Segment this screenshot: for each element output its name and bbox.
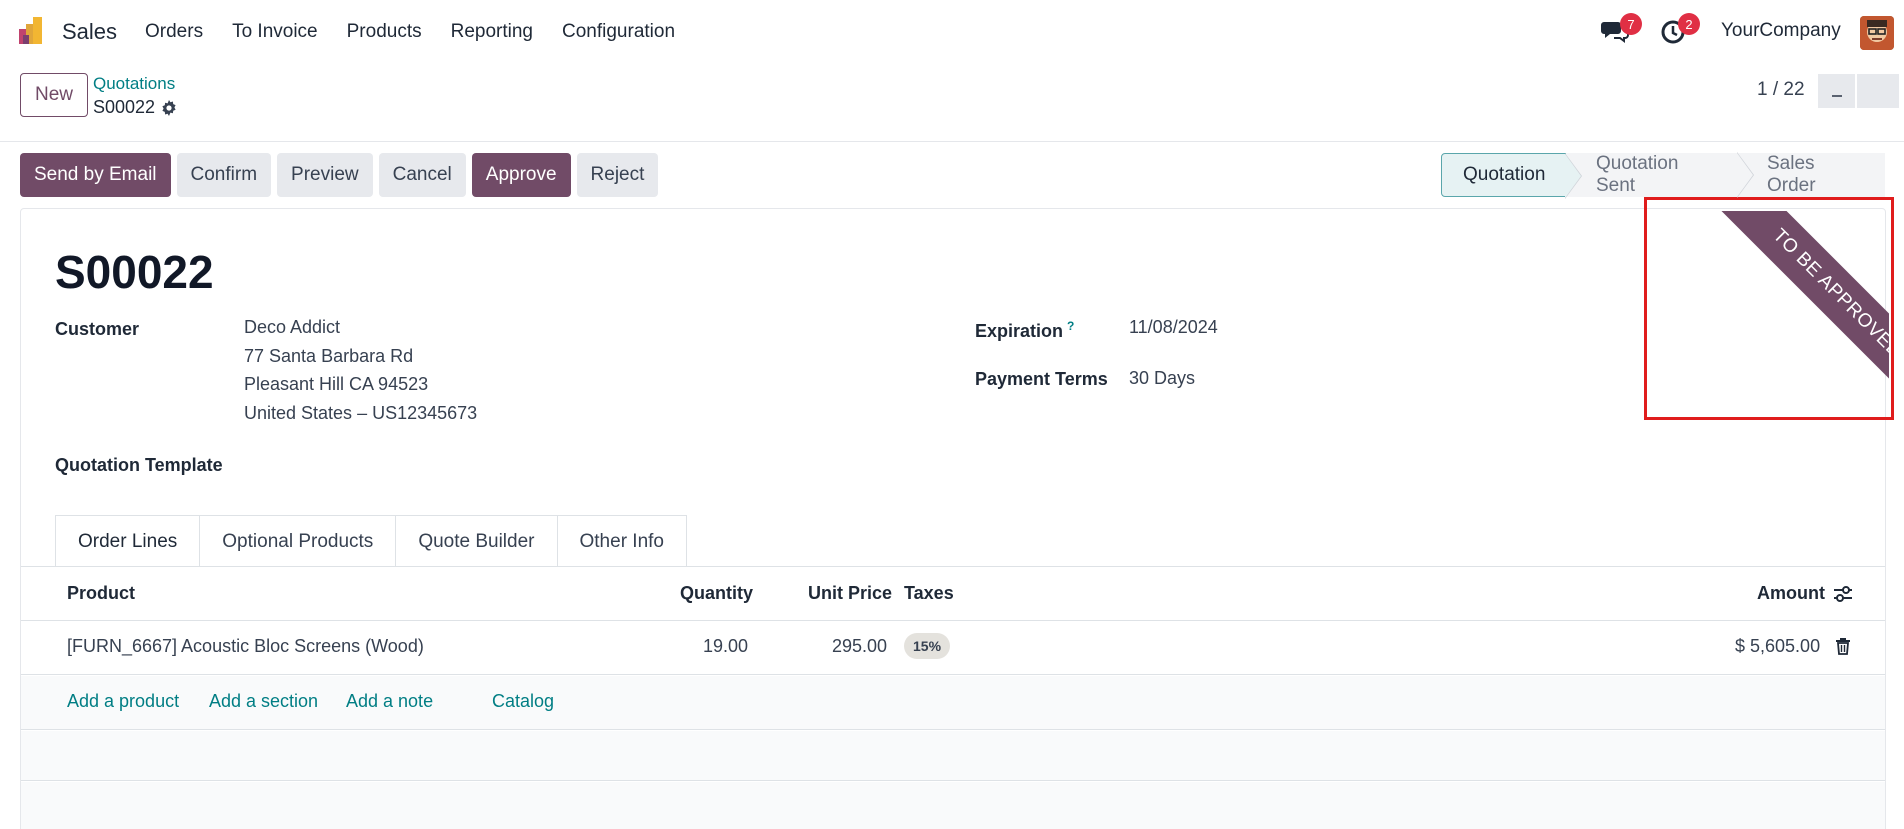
- tab-other-info[interactable]: Other Info: [556, 515, 687, 567]
- row-product[interactable]: [FURN_6667] Acoustic Bloc Screens (Wood): [67, 636, 424, 657]
- stage-quotation-sent[interactable]: Quotation Sent: [1566, 152, 1754, 198]
- customer-country-vat: United States – US12345673: [244, 402, 478, 423]
- user-avatar[interactable]: [1860, 16, 1894, 50]
- tab-optional-products[interactable]: Optional Products: [199, 515, 397, 567]
- activities-count-badge: 2: [1678, 13, 1700, 35]
- column-quantity[interactable]: Quantity: [680, 583, 753, 604]
- quotation-template-label: Quotation Template: [55, 455, 223, 475]
- app-name[interactable]: Sales: [62, 19, 117, 45]
- customer-street: 77 Santa Barbara Rd: [244, 345, 414, 366]
- column-unit-price[interactable]: Unit Price: [808, 583, 892, 604]
- pager-buttons: [1818, 74, 1899, 108]
- row-amount: $ 5,605.00: [1735, 636, 1821, 656]
- menu-configuration[interactable]: Configuration: [562, 21, 675, 43]
- add-section-link[interactable]: Add a section: [209, 691, 318, 712]
- highlight-box: TO BE APPROVED: [1644, 197, 1894, 420]
- cancel-button[interactable]: Cancel: [378, 153, 466, 197]
- row-quantity[interactable]: 19.00: [703, 636, 748, 657]
- chevron-left-icon: [1831, 95, 1842, 97]
- column-product[interactable]: Product: [67, 583, 135, 604]
- record-title: S00022: [55, 246, 214, 298]
- table-row[interactable]: [FURN_6667] Acoustic Bloc Screens (Wood)…: [21, 621, 1885, 675]
- reject-button[interactable]: Reject: [576, 153, 659, 197]
- customer-name: Deco Addict: [244, 317, 341, 337]
- breadcrumb-current: S00022: [93, 97, 177, 118]
- form-action-bar: Send by Email Confirm Preview Cancel App…: [20, 153, 659, 197]
- empty-row: [21, 782, 1885, 829]
- to-be-approved-ribbon: TO BE APPROVED: [1714, 211, 1889, 417]
- stage-sales-order[interactable]: Sales Order: [1737, 153, 1885, 197]
- send-by-email-button[interactable]: Send by Email: [20, 153, 171, 197]
- menu-reporting[interactable]: Reporting: [451, 21, 533, 43]
- menu-orders[interactable]: Orders: [145, 21, 203, 43]
- gear-icon[interactable]: [161, 99, 177, 116]
- column-taxes[interactable]: Taxes: [904, 583, 954, 604]
- add-product-link[interactable]: Add a product: [67, 691, 179, 712]
- top-navbar: Sales Orders To Invoice Products Reporti…: [0, 0, 1904, 62]
- trash-icon[interactable]: [1835, 637, 1851, 655]
- control-panel: New Quotations S00022 1 / 22: [0, 62, 1904, 142]
- menu-products[interactable]: Products: [347, 21, 422, 43]
- company-switcher[interactable]: YourCompany: [1721, 20, 1841, 42]
- form-sheet: S00022 Customer Deco Addict 77 Santa Bar…: [20, 208, 1886, 829]
- main-menu: Orders To Invoice Products Reporting Con…: [145, 21, 675, 43]
- payment-terms-label: Payment Terms: [975, 369, 1108, 389]
- stage-quotation-label: Quotation: [1463, 164, 1546, 185]
- breadcrumb-quotations[interactable]: Quotations: [93, 74, 175, 94]
- tab-quote-builder[interactable]: Quote Builder: [395, 515, 558, 567]
- expiration-label-text: Expiration: [975, 321, 1064, 341]
- confirm-button[interactable]: Confirm: [176, 153, 272, 197]
- pager-previous-button[interactable]: [1818, 74, 1855, 108]
- add-note-link[interactable]: Add a note: [346, 691, 433, 712]
- preview-button[interactable]: Preview: [277, 153, 373, 197]
- help-tooltip-icon[interactable]: ?: [1067, 319, 1074, 333]
- customer-city: Pleasant Hill CA 94523: [244, 374, 429, 394]
- sales-app-icon[interactable]: [19, 15, 49, 45]
- ribbon-container: TO BE APPROVED: [1647, 211, 1889, 417]
- notebook-tabs: Order Lines Optional Products Quote Buil…: [55, 515, 687, 567]
- tab-order-lines[interactable]: Order Lines: [55, 515, 201, 567]
- empty-row: [21, 731, 1885, 781]
- row-tax-badge[interactable]: 15%: [904, 633, 951, 659]
- customer-field[interactable]: Deco Addict 77 Santa Barbara Rd Pleasant…: [244, 313, 477, 427]
- row-unit-price[interactable]: 295.00: [832, 636, 887, 657]
- messages-count-badge: 7: [1620, 13, 1642, 35]
- approve-button[interactable]: Approve: [471, 153, 571, 197]
- menu-to-invoice[interactable]: To Invoice: [232, 21, 318, 43]
- add-line-row: Add a product Add a section Add a note C…: [21, 676, 1885, 730]
- payment-terms-field[interactable]: 30 Days: [1129, 364, 1195, 393]
- optional-columns-icon[interactable]: [1833, 584, 1853, 604]
- status-bar: Quotation Quotation Sent Sales Order: [1441, 152, 1885, 199]
- stage-quotation-sent-label: Quotation Sent: [1596, 153, 1679, 196]
- column-amount[interactable]: Amount: [1757, 583, 1825, 604]
- stage-sales-order-label: Sales Order: [1767, 153, 1816, 196]
- expiration-field[interactable]: 11/08/2024: [1129, 313, 1218, 342]
- stage-quotation[interactable]: Quotation: [1441, 153, 1582, 199]
- expiration-label: Expiration?: [975, 319, 1074, 342]
- pager-next-button[interactable]: [1857, 74, 1899, 108]
- customer-label: Customer: [55, 319, 140, 339]
- catalog-link[interactable]: Catalog: [492, 691, 554, 712]
- pager-value[interactable]: 1 / 22: [1757, 79, 1805, 101]
- breadcrumb-current-label: S00022: [93, 97, 156, 117]
- order-lines-header: Product Quantity Unit Price Taxes Amount: [21, 567, 1885, 621]
- new-button[interactable]: New: [20, 73, 88, 117]
